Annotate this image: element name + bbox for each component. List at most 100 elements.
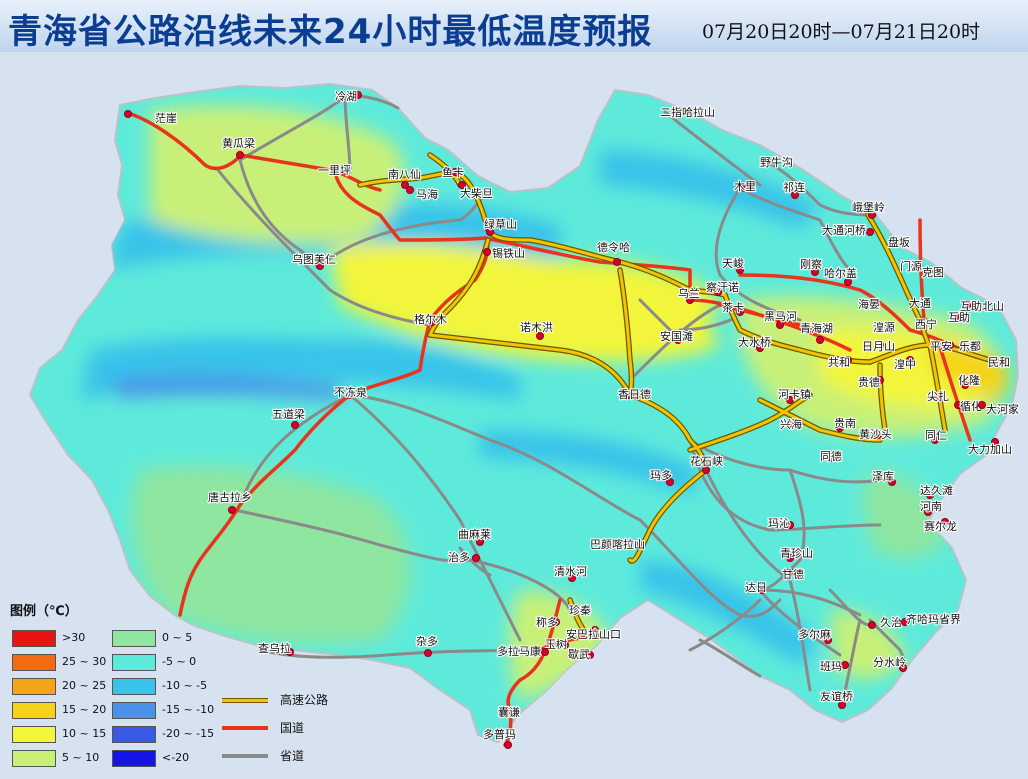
city-label: 乌兰 [678, 286, 700, 300]
legend-label: 5 ~ 10 [62, 751, 100, 764]
city-label: 多尔麻 [798, 627, 831, 641]
city-label: 格尔木 [414, 312, 447, 326]
city-label: 河卡镇 [778, 387, 811, 401]
city-label: 平安 [930, 339, 952, 353]
city-label: 青珍山 [780, 547, 813, 560]
road-legend: 高速公路 国道 省道 [222, 686, 362, 766]
city-chawula: 查乌拉 [257, 640, 294, 656]
city-label: 花石峡 [690, 454, 723, 468]
city-label: 黄瓜梁 [222, 136, 255, 150]
city-yilipin: 一里坪 [317, 163, 352, 178]
road-legend-expressway: 高速公路 [222, 690, 362, 708]
city-saierlong: 赛尔龙 [923, 518, 958, 534]
city-marker-icon [482, 247, 491, 256]
legend-swatch [112, 678, 156, 695]
city-muli: 木里 [733, 179, 757, 194]
road-legend-label: 高速公路 [280, 693, 329, 707]
city-label: 安巴拉山口 [566, 627, 621, 641]
legend-label: -15 ~ -10 [162, 703, 215, 716]
city-zhenqin: 珍秦 [568, 602, 592, 618]
city-label: 大通河桥 [822, 223, 866, 237]
expressway-line-icon [222, 698, 268, 703]
legend-label: 25 ~ 30 [62, 655, 107, 668]
legend-item-10-15: 10 ~ 15 [12, 726, 112, 743]
city-label: 曲麻莱 [458, 527, 491, 541]
legend-swatch [12, 654, 56, 671]
city-label: 野牛沟 [760, 155, 793, 169]
city-label: 察汗诺 [706, 280, 739, 294]
city-label: 大水桥 [738, 335, 771, 349]
city-label: 班玛 [820, 660, 842, 673]
city-label: 兴海 [780, 417, 802, 431]
city-huangshatou: 黄沙头 [858, 426, 893, 442]
city-label: 峨堡岭 [852, 200, 885, 214]
legend-label: -10 ~ -5 [162, 679, 208, 692]
city-label: 诺木洪 [520, 320, 553, 334]
legend-label: 20 ~ 25 [62, 679, 107, 692]
city-label: 玉树 [545, 637, 567, 651]
city-label: 达久滩 [920, 483, 953, 497]
city-chahannuo: 察汗诺 [705, 279, 740, 296]
city-label: 玛沁 [768, 517, 790, 530]
city-label: 互助 [948, 310, 970, 324]
city-label: 刚察 [800, 257, 822, 271]
city-label: 绿草山 [484, 217, 517, 231]
city-huangzhong: 湟中 [893, 355, 917, 372]
city-label: 天峻 [722, 256, 744, 270]
city-label: 泽库 [872, 470, 894, 483]
city-label: 木里 [734, 180, 756, 193]
city-qingzhenshan: 青珍山 [779, 546, 814, 563]
city-label: 冷湖 [335, 90, 357, 103]
city-label: 德令哈 [597, 240, 630, 254]
city-gande: 甘德 [781, 566, 805, 582]
city-guinan: 贵南 [833, 416, 857, 432]
legend-label: 15 ~ 20 [62, 703, 107, 716]
city-label: 茶卡 [722, 301, 744, 314]
legend-swatch [112, 750, 156, 767]
city-label: 赛尔龙 [924, 519, 957, 533]
city-label: 齐哈玛省界 [906, 612, 961, 626]
city-qihamasheng: 齐哈玛省界 [901, 611, 962, 627]
city-marker-icon [841, 661, 850, 670]
city-label: 贵南 [834, 417, 856, 430]
city-label: 安国滩 [660, 329, 693, 343]
city-label: 化隆 [958, 373, 980, 387]
city-marker-icon [471, 554, 480, 563]
city-label: 克图 [922, 266, 944, 279]
temperature-legend: 图例（℃） >30 25 ~ 30 20 ~ 25 15 ~ 20 10 ~ 1… [8, 600, 218, 775]
city-golmud: 格尔木 [413, 311, 448, 327]
city-label: 大力加山 [968, 442, 1012, 456]
city-xiangride: 香日德 [617, 386, 652, 402]
city-label: 大河家 [986, 402, 1019, 416]
city-yeniugou: 野牛沟 [759, 154, 794, 170]
city-xining: 西宁 [914, 316, 938, 332]
city-label: 黑马河 [764, 310, 797, 323]
city-marker-icon [541, 648, 550, 657]
city-marker-icon [978, 400, 987, 409]
city-hualong: 化隆 [957, 372, 981, 389]
legend-item-lt-neg20: <-20 [112, 750, 218, 767]
city-label: 门源 [900, 259, 922, 273]
city-tongde: 同德 [819, 448, 843, 464]
legend-item-0-5: 0 ~ 5 [112, 630, 218, 647]
city-label: 南八仙 [388, 168, 421, 181]
city-marker-icon [868, 621, 877, 630]
city-ping_an: 平安 [929, 338, 955, 354]
city-jianzha: 尖扎 [926, 388, 950, 404]
legend-swatch [112, 654, 156, 671]
city-huangyuan: 湟源 [872, 319, 896, 335]
city-label: 西宁 [915, 317, 937, 331]
city-marker-icon [405, 185, 414, 194]
city-label: 大柴旦 [460, 186, 493, 200]
legend-item-neg5-0: -5 ~ 0 [112, 654, 218, 671]
city-budongquan: 不冻泉 [333, 384, 368, 400]
city-yuka: 鱼卡 [441, 164, 465, 180]
city-label: 马海 [416, 187, 438, 201]
city-xinghai: 兴海 [779, 416, 803, 432]
city-label: 香日德 [618, 387, 651, 401]
road-legend-label: 国道 [280, 721, 305, 735]
legend-label: <-20 [162, 751, 190, 764]
city-label: 盘坂 [888, 235, 910, 249]
city-maqin: 玛沁 [767, 516, 795, 531]
city-label: 一里坪 [318, 164, 351, 177]
